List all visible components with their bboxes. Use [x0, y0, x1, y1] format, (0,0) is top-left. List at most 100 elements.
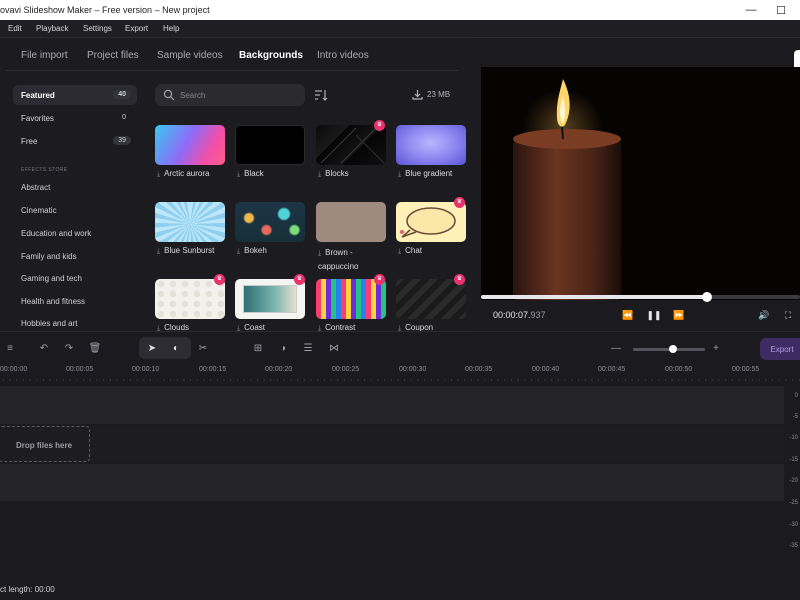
timeline-toolbar: ≡ ↶ ↷ 🗑 ➤ ◐ ✂ ⊞ ◑ ☰ ⋈ — + Export	[0, 331, 800, 363]
seek-bar[interactable]	[481, 292, 800, 302]
sidebar-item-featured[interactable]: Featured 40	[13, 85, 137, 105]
library-panel: File import Project files Sample videos …	[0, 38, 478, 332]
tile-label: ⤓ Blue gradient	[398, 169, 453, 178]
ruler-tick: 00:00:35	[465, 366, 493, 373]
sidebar-item-free[interactable]: Free 39	[13, 131, 137, 151]
download-icon	[412, 90, 423, 100]
menu-playback[interactable]: Playback	[36, 24, 68, 33]
sidebar-item-gaming-and-tech[interactable]: Gaming and tech	[21, 274, 82, 283]
sidebar-item-health-and-fitness[interactable]: Health and fitness	[21, 297, 85, 306]
tile-label: ⤓ Brown - cappuccino	[318, 248, 359, 271]
menu-settings[interactable]: Settings	[83, 24, 112, 33]
zoom-out-icon[interactable]: —	[609, 341, 623, 355]
tab-divider	[6, 70, 458, 71]
add-track-icon[interactable]: ≡	[3, 341, 17, 355]
ruler-tick: 00:00:25	[332, 366, 360, 373]
sidebar-item-education-and-work[interactable]: Education and work	[21, 229, 91, 238]
tile-coast[interactable]	[235, 279, 305, 319]
tile-chat[interactable]	[396, 202, 466, 242]
menu-export[interactable]: Export	[125, 24, 148, 33]
tile-label: ⤓ Blue Sunburst	[157, 246, 215, 255]
tile-arctic-aurora[interactable]	[155, 125, 225, 165]
sidebar-item-favorites[interactable]: Favorites 0	[13, 108, 137, 128]
sort-icon[interactable]	[314, 89, 328, 101]
tile-blocks[interactable]	[316, 125, 386, 165]
zoom-in-icon[interactable]: +	[709, 341, 723, 355]
tile-contrast[interactable]	[316, 279, 386, 319]
search-input[interactable]: Search	[155, 84, 305, 106]
sidebar-item-cinematic[interactable]: Cinematic	[21, 206, 57, 215]
meter-label: -15	[789, 457, 798, 463]
tile-blue-sunburst[interactable]	[155, 202, 225, 242]
meter-label: -5	[792, 414, 798, 420]
select-tool-icon[interactable]: ➤	[145, 341, 159, 355]
tile-blue-gradient[interactable]	[396, 125, 466, 165]
zoom-handle[interactable]	[668, 345, 677, 353]
rewind-icon[interactable]: ⏪	[621, 308, 635, 322]
seek-handle[interactable]	[702, 292, 713, 302]
ruler-tick: 00:00:15	[199, 366, 227, 373]
pause-icon[interactable]: ❚❚	[646, 308, 661, 322]
tile-clouds[interactable]	[155, 279, 225, 319]
tab-sample-videos[interactable]: Sample videos	[157, 50, 223, 61]
minimize-icon[interactable]: —	[744, 3, 758, 17]
color-icon[interactable]: ◑	[276, 341, 290, 355]
tile-label: ⤓ Blocks	[318, 169, 349, 178]
download-size[interactable]: 23 MB	[412, 89, 450, 100]
export-button[interactable]: Export	[760, 338, 800, 360]
video-preview[interactable]	[481, 67, 800, 300]
sidebar-item-family-and-kids[interactable]: Family and kids	[21, 252, 77, 261]
tile-coupon[interactable]	[396, 279, 466, 319]
fullscreen-icon[interactable]: ⛶	[781, 308, 795, 322]
tile-label: ⤓ Black	[237, 169, 264, 178]
download-icon: ⤓	[157, 248, 161, 255]
meter-label: -10	[789, 435, 798, 441]
sidebar-item-hobbies-and-art[interactable]: Hobbies and art	[21, 319, 77, 328]
candle-frame	[513, 79, 621, 300]
premium-crown-icon: ♛	[374, 274, 385, 285]
transition-icon[interactable]: ⋈	[327, 341, 341, 355]
drop-zone[interactable]: Drop files here	[0, 426, 90, 462]
fast-forward-icon[interactable]: ⏩	[672, 308, 686, 322]
ruler-tick: 00:00:55	[732, 366, 760, 373]
tile-label: ⤓ Bokeh	[237, 246, 267, 255]
volume-icon[interactable]: 🔊	[757, 308, 771, 322]
tile-black[interactable]	[235, 125, 305, 165]
tab-project-files[interactable]: Project files	[87, 50, 139, 61]
redo-icon[interactable]: ↷	[62, 341, 76, 355]
tab-file-import[interactable]: File import	[21, 50, 68, 61]
timeline-ruler[interactable]: 00:00:00 00:00:05 00:00:10 00:00:15 00:0…	[0, 363, 800, 383]
meter-label: -35	[789, 543, 798, 549]
premium-crown-icon: ♛	[454, 197, 465, 208]
sidebar-item-label: Free	[21, 137, 38, 146]
sidebar-item-abstract[interactable]: Abstract	[21, 183, 50, 192]
tile-bokeh[interactable]	[235, 202, 305, 242]
menu-help[interactable]: Help	[163, 24, 179, 33]
ruler-tick: 00:00:45	[598, 366, 626, 373]
tab-backgrounds[interactable]: Backgrounds	[239, 50, 303, 61]
timeline-track-titles[interactable]	[0, 386, 784, 424]
delete-icon[interactable]: 🗑	[88, 341, 102, 355]
ruler-tick: 00:00:00	[0, 366, 28, 373]
search-placeholder: Search	[180, 91, 206, 100]
undo-icon[interactable]: ↶	[37, 341, 51, 355]
time-main: 00:00:07.	[493, 310, 531, 320]
menu-edit[interactable]: Edit	[8, 24, 22, 33]
crop-icon[interactable]: ⊞	[251, 341, 265, 355]
speed-tool-icon[interactable]: ◐	[169, 341, 183, 355]
maximize-icon[interactable]: ☐	[774, 3, 788, 17]
download-icon: ⤓	[237, 248, 241, 255]
ruler-tick: 00:00:05	[66, 366, 94, 373]
timeline-track-video[interactable]	[0, 425, 784, 463]
tile-label: ⤓ Chat	[398, 246, 423, 255]
adjust-icon[interactable]: ☰	[301, 341, 315, 355]
time-milliseconds: 937	[530, 310, 546, 320]
menu-bar: Edit Playback Settings Export Help	[0, 20, 800, 38]
drop-zone-label: Drop files here	[16, 441, 73, 450]
tab-intro-videos[interactable]: Intro videos	[317, 50, 369, 61]
blocks-pattern	[320, 127, 385, 164]
timeline-track-audio[interactable]	[0, 464, 784, 501]
cut-icon[interactable]: ✂	[196, 341, 210, 355]
tile-brown-cappuccino[interactable]	[316, 202, 386, 242]
sidebar-item-label: Featured	[21, 91, 55, 100]
